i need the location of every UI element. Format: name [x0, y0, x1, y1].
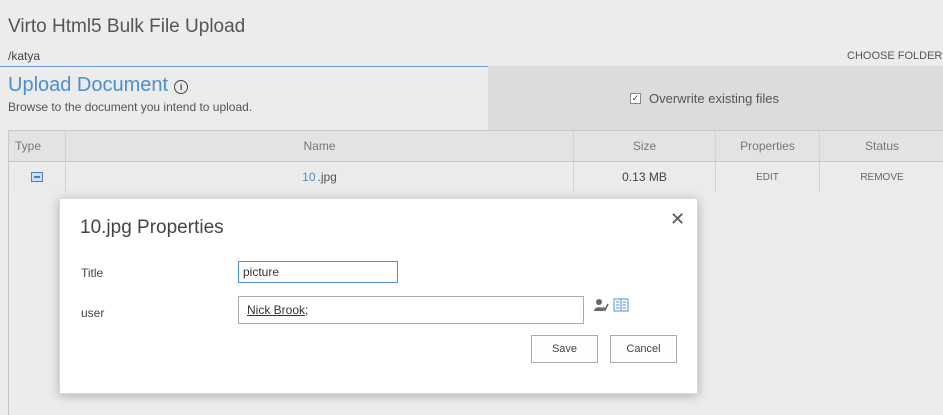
- browse-icon[interactable]: [613, 297, 629, 313]
- title-input[interactable]: [238, 261, 398, 283]
- header-name: Name: [66, 131, 574, 161]
- properties-dialog: 10.jpg Properties ✕ Title user Nick Broo…: [59, 198, 698, 394]
- table-row: 10 .jpg 0.13 MB EDIT REMOVE: [9, 162, 943, 192]
- remove-file-link[interactable]: REMOVE: [820, 162, 943, 192]
- choose-folder-link[interactable]: CHOOSE FOLDER: [847, 50, 942, 62]
- close-icon[interactable]: ✕: [670, 209, 685, 230]
- upload-title: Upload Document i: [8, 74, 189, 97]
- dialog-title: 10.jpg Properties: [80, 217, 224, 238]
- user-separator: ;: [305, 303, 309, 317]
- file-name-ext: .jpg: [317, 170, 337, 184]
- info-icon[interactable]: i: [174, 80, 189, 94]
- folder-row: /katya CHOOSE FOLDER: [0, 46, 943, 67]
- cancel-button[interactable]: Cancel: [610, 335, 677, 363]
- user-label: user: [81, 306, 105, 320]
- overwrite-checkbox[interactable]: ✓: [630, 93, 641, 104]
- user-name: Nick Brook: [247, 303, 306, 317]
- upload-title-text: Upload Document: [8, 74, 169, 96]
- overwrite-option[interactable]: ✓ Overwrite existing files: [630, 91, 779, 106]
- overwrite-label: Overwrite existing files: [649, 91, 780, 106]
- check-names-icon[interactable]: [593, 297, 609, 313]
- header-size: Size: [574, 131, 716, 161]
- save-button[interactable]: Save: [531, 335, 598, 363]
- user-picker-field[interactable]: Nick Brook;: [238, 296, 584, 324]
- overwrite-panel: ✓ Overwrite existing files: [488, 66, 943, 130]
- header-type: Type: [9, 131, 66, 161]
- title-label: Title: [81, 266, 104, 280]
- folder-path: /katya: [8, 49, 41, 63]
- file-name-base: 10: [302, 170, 316, 184]
- row-type: [9, 162, 66, 192]
- table-header: Type Name Size Properties Status: [9, 131, 943, 162]
- header-status: Status: [864, 139, 900, 153]
- app-title: Virto Html5 Bulk File Upload: [8, 16, 246, 37]
- row-name: 10 .jpg: [66, 162, 574, 192]
- upload-description: Browse to the document you intend to upl…: [8, 100, 253, 114]
- row-size: 0.13 MB: [574, 162, 716, 192]
- header-properties: Properties: [716, 131, 820, 161]
- image-file-icon: [31, 172, 43, 182]
- edit-properties-link[interactable]: EDIT: [716, 162, 820, 192]
